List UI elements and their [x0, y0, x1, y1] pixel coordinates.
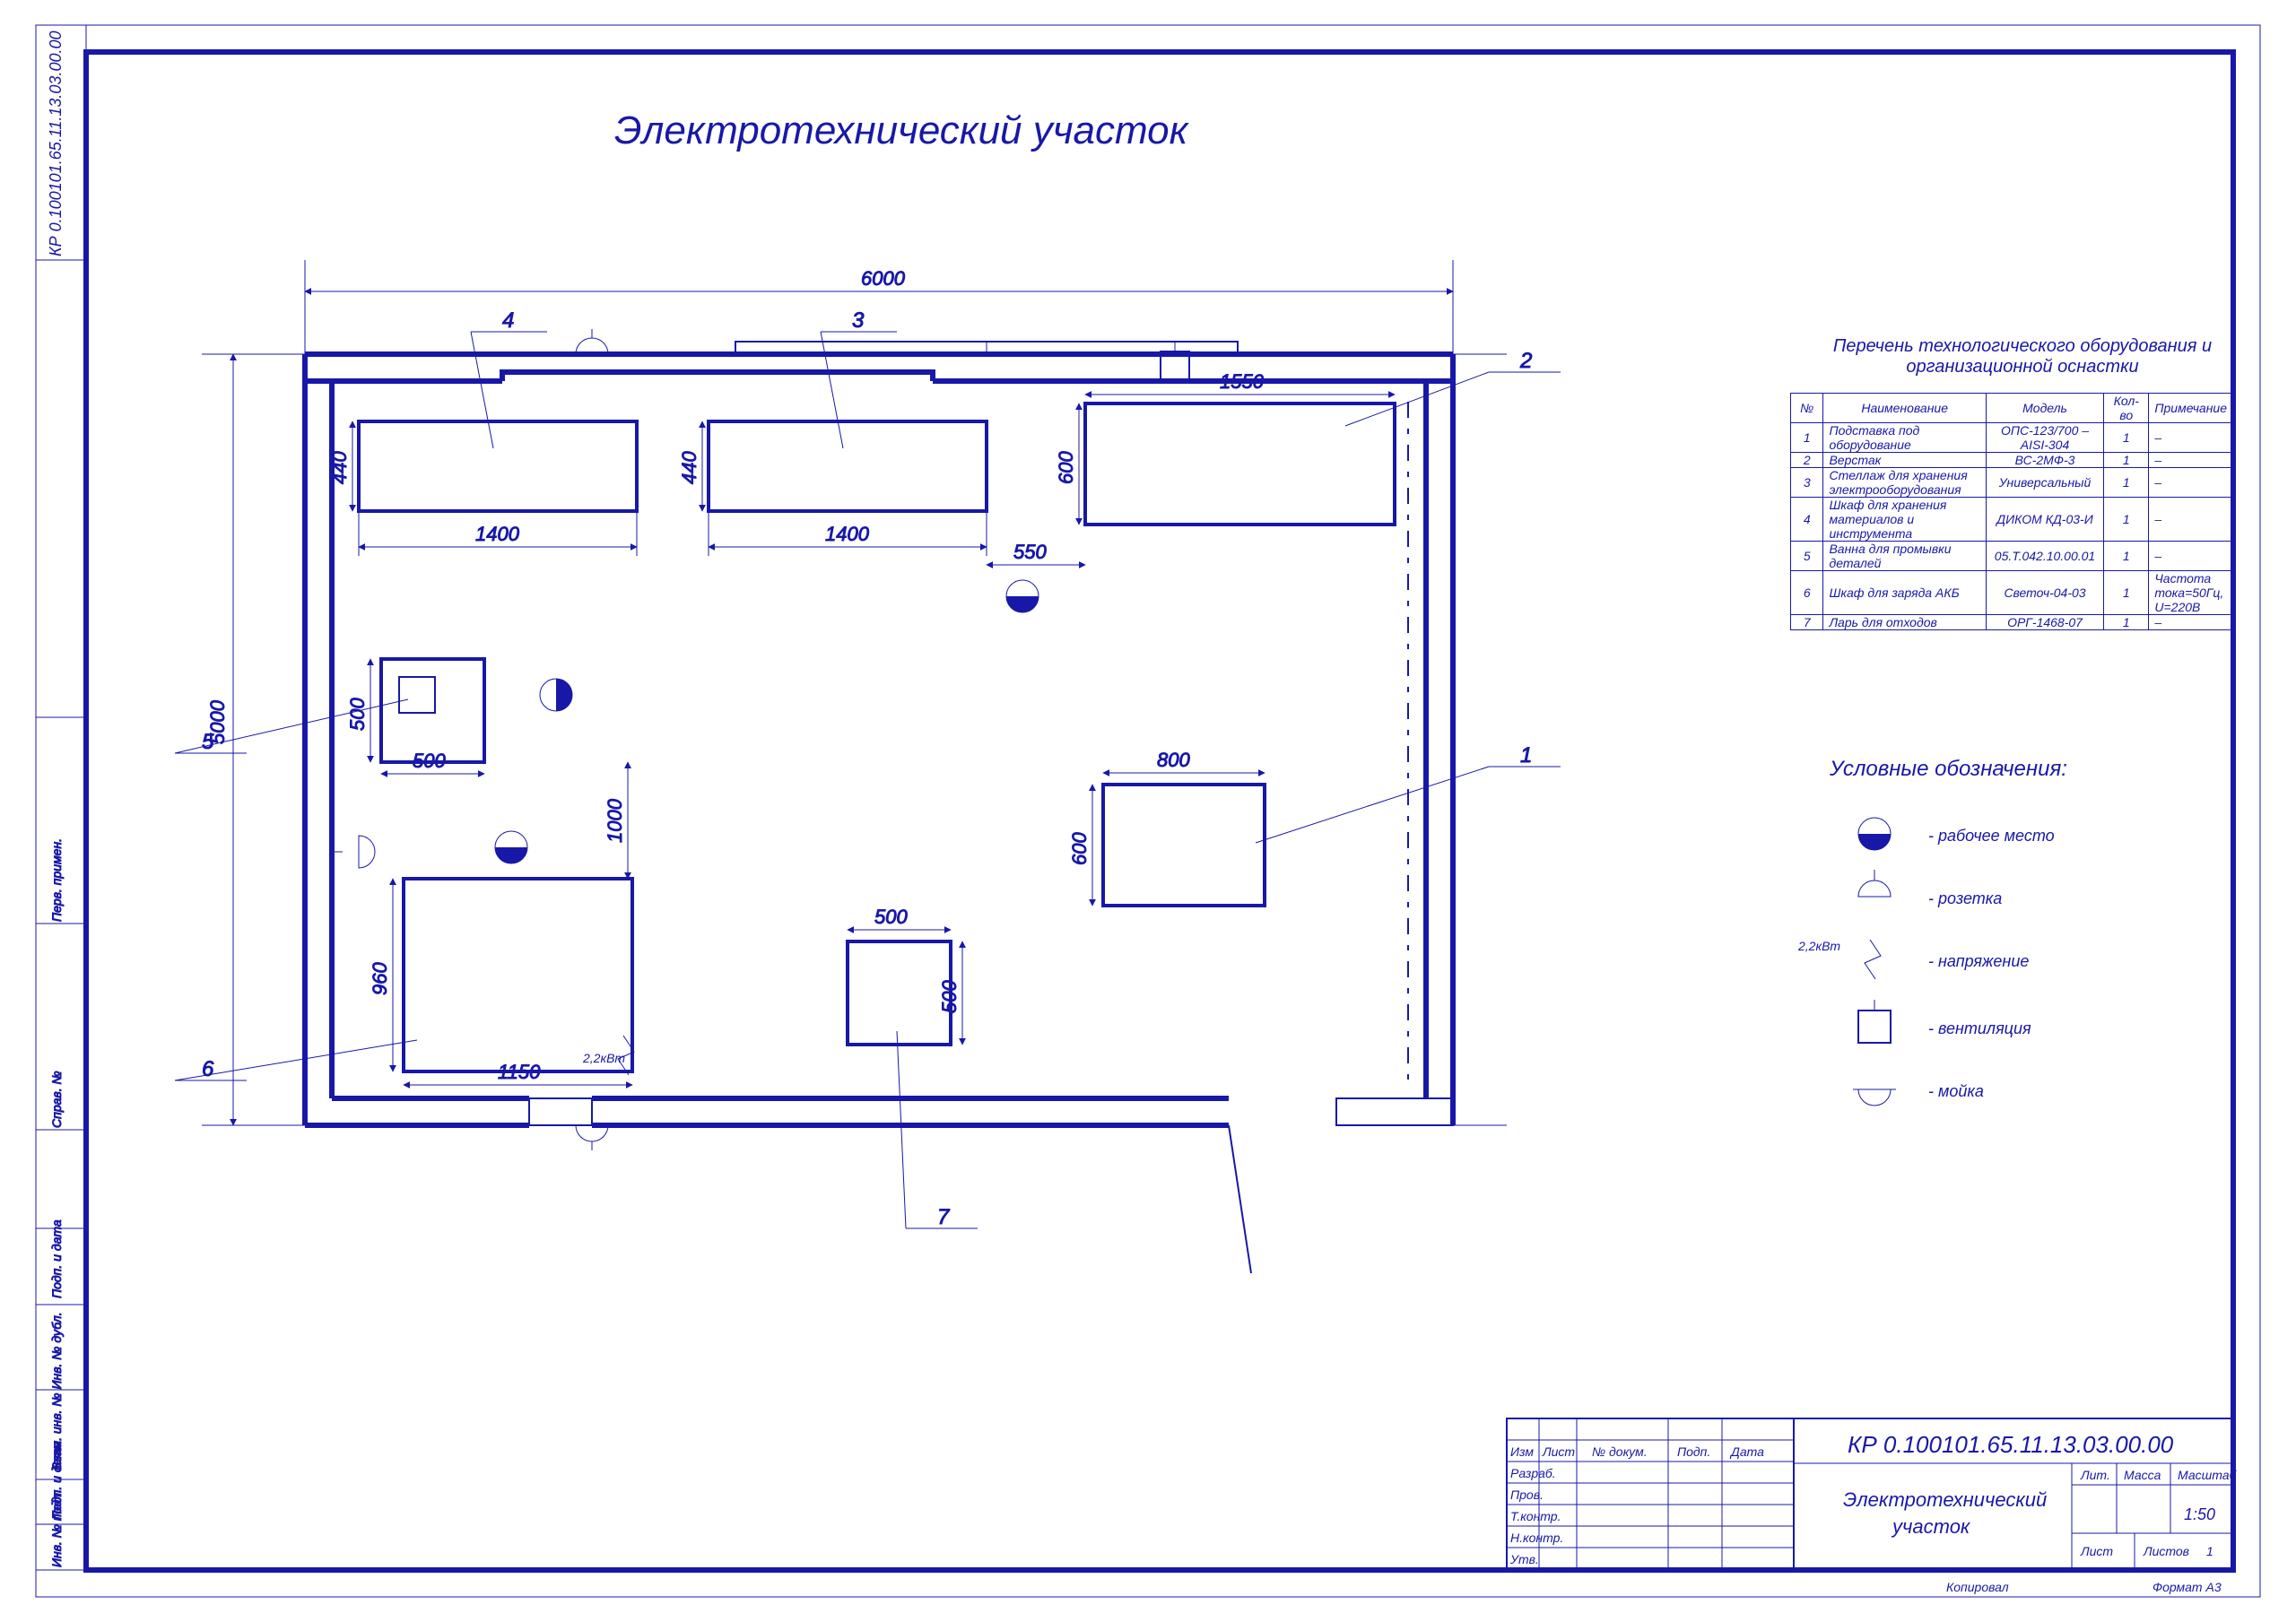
svg-text:1:50: 1:50: [2184, 1505, 2215, 1523]
svg-text:Разраб.: Разраб.: [1510, 1466, 1556, 1480]
svg-text:500: 500: [346, 698, 369, 731]
svg-text:800: 800: [1157, 749, 1190, 771]
svg-text:Т.контр.: Т.контр.: [1510, 1509, 1561, 1523]
svg-text:№ докум.: № докум.: [1592, 1444, 1648, 1459]
svg-text:Справ. №: Справ. №: [49, 1071, 64, 1128]
floor-plan: [305, 342, 1507, 1273]
svg-text:Лист: Лист: [2080, 1544, 2113, 1558]
svg-text:Лист: Лист: [1542, 1444, 1575, 1459]
svg-text:6: 6: [202, 1057, 214, 1081]
svg-text:2: 2: [1519, 349, 1532, 373]
svg-text:960: 960: [369, 962, 391, 995]
svg-text:Лит.: Лит.: [2080, 1468, 2110, 1482]
svg-text:Масштаб: Масштаб: [2178, 1468, 2238, 1482]
svg-text:600: 600: [1068, 832, 1091, 865]
svg-text:Подп.: Подп.: [1677, 1444, 1710, 1459]
svg-text:1400: 1400: [475, 523, 520, 545]
equipment-table: № Наименование Модель Кол-во Примечание …: [1790, 393, 2233, 630]
callouts: 4 3 2 1 5 6 7: [175, 308, 1561, 1229]
equipment: 2,2кВт: [359, 403, 1395, 1075]
svg-text:- мойка: - мойка: [1928, 1082, 1984, 1100]
svg-text:Масса: Масса: [2124, 1468, 2161, 1482]
svg-text:440: 440: [328, 451, 351, 484]
svg-text:Условные обозначения:: Условные обозначения:: [1829, 757, 2067, 781]
svg-text:- напряжение: - напряжение: [1928, 952, 2029, 970]
svg-text:600: 600: [1055, 451, 1077, 484]
svg-text:440: 440: [678, 451, 700, 484]
svg-text:Изм: Изм: [1510, 1444, 1534, 1459]
svg-text:Пров.: Пров.: [1510, 1488, 1544, 1502]
svg-text:1000: 1000: [604, 798, 626, 843]
svg-text:3: 3: [852, 308, 865, 333]
svg-text:Н.контр.: Н.контр.: [1510, 1531, 1563, 1545]
code-top: КР 0.100101.65.11.13.03.00.00: [47, 31, 65, 257]
svg-text:1400: 1400: [825, 523, 870, 545]
svg-text:1150: 1150: [498, 1061, 541, 1083]
svg-text:Утв.: Утв.: [1509, 1552, 1539, 1566]
svg-text:500: 500: [413, 750, 446, 772]
title-block: Изм Лист № докум. Подп. Дата Разраб. Про…: [1507, 1418, 2238, 1570]
legend: Условные обозначения: - рабочее место - …: [1797, 757, 2067, 1106]
svg-text:Дата: Дата: [1729, 1444, 1764, 1459]
svg-text:Взам. инв. № Инв. № дубл.: Взам. инв. № Инв. № дубл.: [49, 1312, 64, 1470]
svg-text:участок: участок: [1891, 1515, 1971, 1538]
svg-text:- розетка: - розетка: [1928, 889, 2002, 907]
svg-text:1: 1: [2206, 1544, 2213, 1558]
svg-text:500: 500: [874, 906, 908, 928]
svg-text:2,2кВт: 2,2кВт: [1797, 939, 1840, 953]
svg-text:1550: 1550: [1220, 370, 1265, 393]
svg-text:Копировал: Копировал: [1946, 1580, 2009, 1594]
svg-text:500: 500: [938, 980, 961, 1013]
svg-text:Листов: Листов: [2143, 1544, 2189, 1558]
svg-text:5: 5: [202, 730, 214, 754]
equipment-table-title: Перечень технологического оборудования и…: [1812, 336, 2233, 377]
svg-text:Формат А3: Формат А3: [2152, 1580, 2222, 1594]
svg-text:- рабочее место: - рабочее место: [1928, 827, 2055, 845]
svg-text:1: 1: [1520, 743, 1532, 768]
svg-text:Перв. примен.: Перв. примен.: [49, 838, 64, 922]
svg-text:7: 7: [937, 1205, 951, 1229]
svg-text:- вентиляция: - вентиляция: [1928, 1019, 2031, 1037]
page-title: Электротехнический участок: [614, 108, 1190, 152]
svg-text:Подп. и дата: Подп. и дата: [49, 1219, 64, 1298]
svg-text:6000: 6000: [861, 267, 906, 290]
svg-text:550: 550: [1013, 541, 1047, 563]
svg-text:4: 4: [502, 308, 514, 333]
svg-text:Электротехнический: Электротехнический: [1843, 1488, 2047, 1511]
svg-text:КР 0.100101.65.11.13.03.00.00: КР 0.100101.65.11.13.03.00.00: [1848, 1431, 2174, 1458]
